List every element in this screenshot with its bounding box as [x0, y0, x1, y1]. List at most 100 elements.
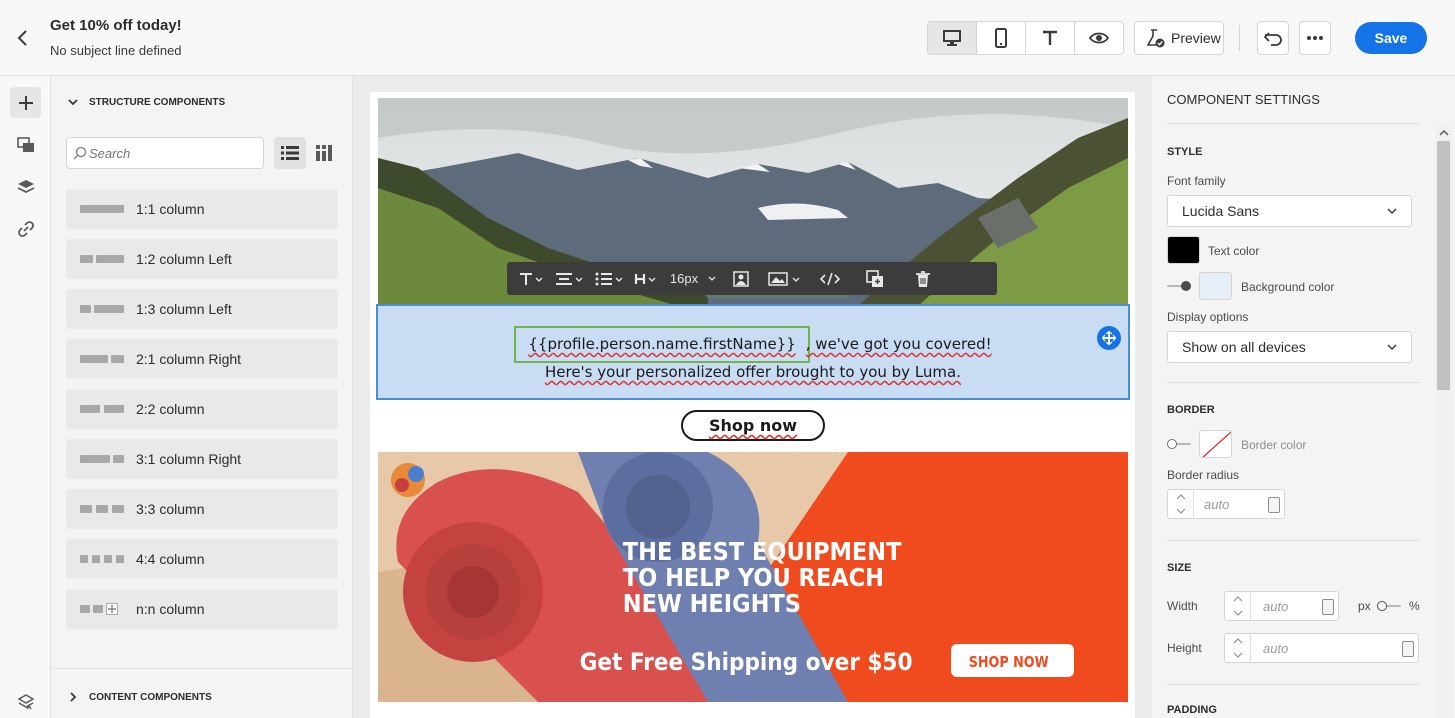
more-actions-button[interactable]	[1299, 21, 1331, 55]
chevron-right-icon	[67, 691, 79, 703]
list-icon	[595, 272, 623, 286]
background-color-toggle[interactable]	[1167, 280, 1191, 292]
component-1-3-column-left[interactable]: 1:3 column Left	[66, 289, 338, 329]
assets-button[interactable]	[10, 129, 41, 160]
search-field[interactable]	[66, 137, 264, 169]
assets-icon	[16, 136, 35, 154]
component-2-2-column[interactable]: 2:2 column	[66, 389, 338, 429]
personalization-button[interactable]	[723, 262, 759, 295]
shop-now-button[interactable]: Shop now	[681, 410, 825, 441]
text-icon	[1041, 29, 1059, 47]
column-layout-icon	[80, 503, 126, 515]
text-style-dropdown[interactable]	[513, 262, 549, 295]
promo-banner-image[interactable]: THE BEST EQUIPMENT TO HELP YOU REACH NEW…	[378, 452, 1128, 702]
email-title: Get 10% off today!	[50, 17, 182, 34]
mobile-view-button[interactable]	[977, 22, 1026, 54]
add-components-button[interactable]	[10, 87, 41, 118]
list-dropdown[interactable]	[589, 262, 629, 295]
heading-dropdown[interactable]	[629, 262, 663, 295]
divider	[1167, 540, 1420, 541]
stepper-arrows[interactable]	[1225, 592, 1251, 620]
save-button[interactable]: Save	[1355, 22, 1427, 54]
spinner-icon[interactable]	[1402, 641, 1414, 657]
structure-components-heading: Structure components	[89, 96, 226, 108]
column-layout-icon	[80, 403, 126, 415]
plus-icon	[18, 95, 34, 111]
text-color-swatch[interactable]	[1167, 236, 1200, 264]
component-1-1-column[interactable]: 1:1 column	[66, 189, 338, 229]
border-toggle[interactable]	[1167, 438, 1191, 450]
component-2-1-column-right[interactable]: 2:1 column Right	[66, 339, 338, 379]
font-family-value: Lucida Sans	[1182, 203, 1260, 219]
structure-components-toggle[interactable]: Structure components	[67, 96, 225, 108]
display-options-label: Display options	[1167, 310, 1249, 324]
delete-button[interactable]	[899, 262, 947, 295]
display-options-value: Show on all devices	[1182, 339, 1306, 355]
content-components-toggle[interactable]: Content components	[67, 691, 212, 703]
width-value: auto	[1263, 599, 1289, 614]
grid-view-button[interactable]	[308, 137, 340, 169]
left-rail	[0, 76, 51, 718]
components-panel: Structure components 1:1 column 1:2 colu…	[51, 76, 353, 718]
text-view-button[interactable]	[1026, 22, 1075, 54]
content-components-section: Content components	[51, 668, 353, 718]
undo-icon	[1263, 29, 1283, 47]
component-1-2-column-left[interactable]: 1:2 column Left	[66, 239, 338, 279]
alignment-dropdown[interactable]	[549, 262, 589, 295]
background-color-swatch[interactable]	[1199, 272, 1232, 300]
list-view-button[interactable]	[274, 137, 306, 169]
banner-shipping-text: Get Free Shipping over $50	[580, 649, 913, 676]
stepper-arrows[interactable]	[1225, 634, 1251, 662]
preview-button[interactable]: Preview	[1134, 21, 1224, 55]
column-layout-icon	[80, 303, 126, 315]
height-value: auto	[1263, 641, 1289, 656]
navigator-icon	[16, 693, 35, 711]
width-input[interactable]: auto	[1224, 591, 1339, 621]
component-4-4-column[interactable]: 4:4 column	[66, 539, 338, 579]
font-size-dropdown[interactable]: 16px	[663, 262, 723, 295]
desktop-icon	[942, 29, 962, 47]
header-divider	[1239, 25, 1240, 51]
display-options-select[interactable]: Show on all devices	[1167, 331, 1412, 363]
component-3-3-column[interactable]: 3:3 column	[66, 489, 338, 529]
links-button[interactable]	[10, 213, 41, 244]
duplicate-button[interactable]	[851, 262, 899, 295]
undo-button[interactable]	[1257, 21, 1289, 55]
padding-heading: Padding	[1167, 704, 1217, 716]
font-family-select[interactable]: Lucida Sans	[1167, 195, 1412, 227]
back-arrow-icon[interactable]	[12, 27, 34, 49]
navigator-button[interactable]	[10, 686, 41, 717]
unit-toggle[interactable]	[1377, 600, 1401, 612]
selected-text-block[interactable]: {{profile.person.name.firstName}}, we've…	[376, 304, 1130, 400]
desktop-view-button[interactable]	[928, 22, 977, 54]
rich-text-toolbar: 16px	[507, 262, 997, 295]
view-mode-group	[927, 21, 1124, 55]
list-view-icon	[281, 145, 299, 161]
component-3-1-column-right[interactable]: 3:1 column Right	[66, 439, 338, 479]
personalize-icon	[733, 270, 749, 287]
source-code-button[interactable]	[809, 262, 851, 295]
link-icon	[17, 220, 35, 238]
settings-scrollbar-thumb[interactable]	[1437, 141, 1450, 390]
search-icon	[73, 146, 87, 160]
border-radius-input[interactable]: auto	[1167, 489, 1285, 519]
divider	[1167, 382, 1420, 383]
spinner-icon[interactable]	[1268, 497, 1280, 513]
content-components-heading: Content components	[89, 691, 212, 703]
component-label: 1:3 column Left	[136, 301, 232, 317]
border-color-swatch[interactable]	[1199, 430, 1232, 458]
personalization-token[interactable]: {{profile.person.name.firstName}}	[514, 326, 810, 363]
image-dropdown[interactable]	[759, 262, 809, 295]
layers-icon	[17, 178, 35, 196]
add-block-button[interactable]	[1097, 326, 1121, 350]
spinner-icon[interactable]	[1322, 599, 1334, 615]
height-input[interactable]: auto	[1224, 633, 1419, 663]
component-label: 4:4 column	[136, 551, 205, 567]
preview-eye-button[interactable]	[1075, 22, 1123, 54]
layers-button[interactable]	[10, 171, 41, 202]
search-input[interactable]	[89, 138, 259, 168]
component-n-n-column[interactable]: n:n column	[66, 589, 338, 629]
stepper-arrows[interactable]	[1168, 490, 1194, 518]
editor-header: Get 10% off today! No subject line defin…	[0, 0, 1455, 76]
background-color-label: Background color	[1241, 280, 1335, 294]
